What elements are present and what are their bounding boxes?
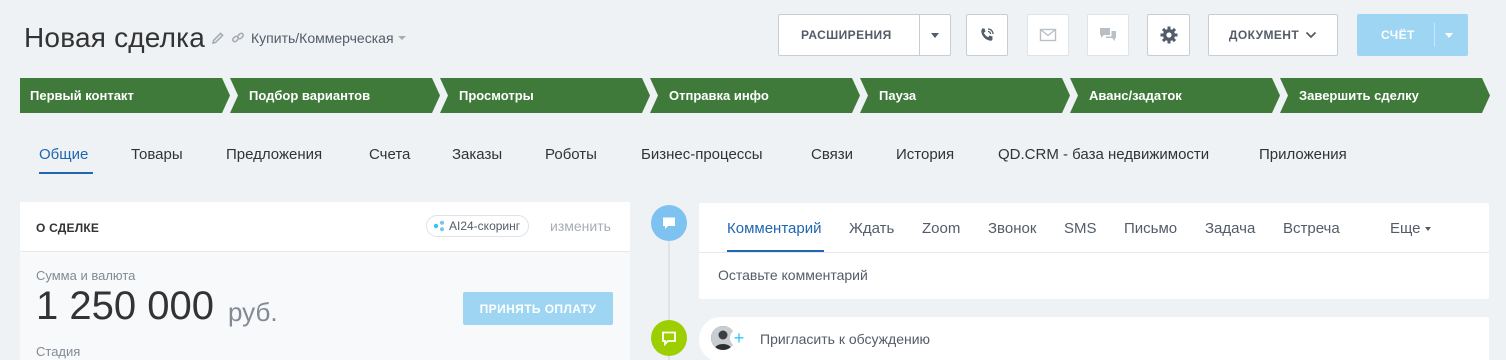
tab-real-estate-db[interactable]: QD.CRM - база недвижимости — [998, 146, 1209, 163]
sum-value: 1 250 000 — [36, 284, 214, 328]
ai-scoring-icon — [433, 220, 444, 232]
gear-icon — [1160, 26, 1177, 44]
activity-tabs: Комментарий Ждать Zoom Звонок SMS Письмо… — [699, 203, 1489, 253]
change-link[interactable]: изменить — [550, 218, 611, 234]
ai-scoring-label: AI24-скоринг — [449, 219, 521, 233]
tab-quotes[interactable]: Предложения — [226, 146, 322, 163]
card-title: О СДЕЛКЕ — [36, 221, 100, 235]
comment-icon — [651, 205, 687, 241]
stage-label: Аванс/задаток — [1089, 88, 1182, 103]
activity-editor: Комментарий Ждать Zoom Звонок SMS Письмо… — [699, 203, 1489, 299]
tab-products[interactable]: Товары — [131, 146, 183, 163]
stage-label: Пауза — [879, 88, 917, 103]
mail-icon — [1039, 28, 1057, 42]
mail-button[interactable] — [1027, 14, 1069, 56]
pencil-icon[interactable] — [211, 31, 225, 45]
activity-tab-email[interactable]: Письмо — [1124, 220, 1177, 237]
tab-general[interactable]: Общие — [39, 146, 88, 163]
tab-orders[interactable]: Заказы — [452, 146, 502, 163]
activity-tab-meeting[interactable]: Встреча — [1283, 220, 1340, 237]
ai-scoring-badge[interactable]: AI24-скоринг — [426, 215, 530, 237]
phone-button[interactable] — [966, 14, 1008, 56]
settings-button[interactable] — [1147, 14, 1190, 56]
link-icon[interactable] — [231, 31, 245, 45]
invoice-button[interactable]: СЧЁТ — [1357, 14, 1468, 56]
stage-label: Просмотры — [459, 88, 534, 103]
active-tab-underline — [727, 250, 824, 252]
stage-label: Завершить сделку — [1299, 88, 1419, 103]
activity-tab-zoom[interactable]: Zoom — [922, 220, 960, 237]
extensions-button[interactable]: РАСШИРЕНИЯ — [778, 14, 951, 56]
active-tab-underline — [39, 172, 93, 174]
stage-label: Отправка инфо — [669, 88, 769, 103]
tab-history[interactable]: История — [896, 146, 954, 163]
chat-button[interactable] — [1087, 14, 1129, 56]
chat-icon — [651, 320, 687, 356]
tab-links[interactable]: Связи — [811, 146, 853, 163]
accept-payment-label: ПРИНЯТЬ ОПЛАТУ — [479, 301, 597, 316]
extensions-label: РАСШИРЕНИЯ — [801, 28, 892, 42]
activity-tab-more[interactable]: Еще — [1390, 220, 1431, 237]
category-label: Купить/Коммерческая — [251, 30, 394, 46]
document-button[interactable]: ДОКУМЕНТ — [1208, 14, 1338, 56]
phone-icon — [981, 28, 994, 41]
tab-business-processes[interactable]: Бизнес-процессы — [641, 146, 763, 163]
chevron-down-icon — [397, 36, 406, 40]
stage-label: Первый контакт — [30, 88, 134, 103]
category-select[interactable]: Купить/Коммерческая — [251, 30, 406, 46]
chat-icon — [1100, 28, 1116, 41]
split-divider — [919, 15, 920, 55]
title-row: Новая сделка Купить/Коммерческая — [24, 18, 406, 58]
card-header: О СДЕЛКЕ AI24-скоринг изменить — [20, 202, 630, 252]
stage-field-label: Стадия — [36, 344, 81, 359]
activity-tab-task[interactable]: Задача — [1205, 220, 1255, 237]
stage-label: Подбор вариантов — [249, 88, 371, 103]
tab-robots[interactable]: Роботы — [545, 146, 597, 163]
invite-discussion-row[interactable]: + Пригласить к обсуждению — [699, 317, 1489, 360]
activity-tab-comment[interactable]: Комментарий — [727, 220, 821, 237]
tab-invoices[interactable]: Счета — [369, 146, 410, 163]
chevron-down-icon — [1305, 31, 1317, 39]
deal-info-card: О СДЕЛКЕ AI24-скоринг изменить Сумма и в… — [20, 202, 630, 360]
chevron-down-icon — [1424, 227, 1431, 232]
plus-icon[interactable]: + — [730, 329, 748, 347]
split-divider — [1434, 23, 1435, 47]
activity-tab-wait[interactable]: Ждать — [849, 220, 894, 237]
chevron-down-icon[interactable] — [1445, 33, 1453, 38]
sum-label: Сумма и валюта — [36, 268, 136, 283]
accept-payment-button[interactable]: ПРИНЯТЬ ОПЛАТУ — [463, 292, 613, 325]
activity-tab-sms[interactable]: SMS — [1064, 220, 1097, 237]
invite-label: Пригласить к обсуждению — [760, 331, 931, 347]
document-label: ДОКУМЕНТ — [1228, 28, 1300, 42]
invoice-label: СЧЁТ — [1381, 28, 1415, 42]
tab-applications[interactable]: Приложения — [1259, 146, 1347, 163]
comment-input[interactable]: Оставьте комментарий — [718, 267, 868, 283]
sum-currency: руб. — [228, 297, 278, 327]
more-label: Еще — [1390, 220, 1421, 237]
chevron-down-icon[interactable] — [931, 33, 939, 38]
activity-tab-call[interactable]: Звонок — [988, 220, 1036, 237]
page-title: Новая сделка — [24, 22, 206, 53]
